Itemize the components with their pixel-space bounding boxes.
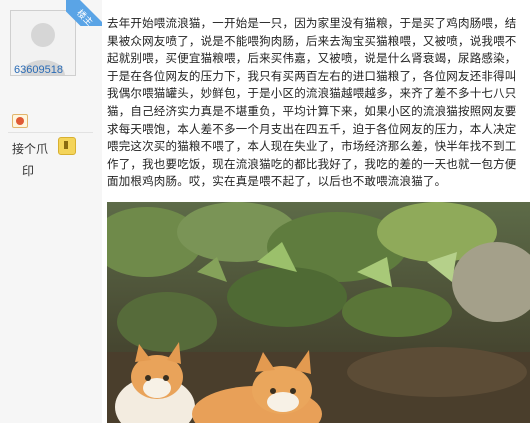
op-badge-label: 楼主 xyxy=(66,0,102,26)
op-badge: 楼主 xyxy=(66,0,102,26)
level-badge-icon xyxy=(12,114,28,128)
action-label[interactable]: 接个爪 xyxy=(12,140,48,157)
post-body: 去年开始喂流浪猫，一开始是一只，因为家里没有猫粮，于是买了鸡肉肠喂，结果被众网友… xyxy=(107,18,517,189)
post-photo[interactable] xyxy=(107,202,530,423)
username-link[interactable]: 63609518 xyxy=(14,64,94,76)
author-sidebar: 楼主 63609518 接个爪 印 xyxy=(0,0,102,423)
divider xyxy=(8,132,93,133)
kittens-photo xyxy=(107,202,530,423)
paw-icon[interactable] xyxy=(58,137,76,155)
action-label-continued: 印 xyxy=(22,164,35,178)
